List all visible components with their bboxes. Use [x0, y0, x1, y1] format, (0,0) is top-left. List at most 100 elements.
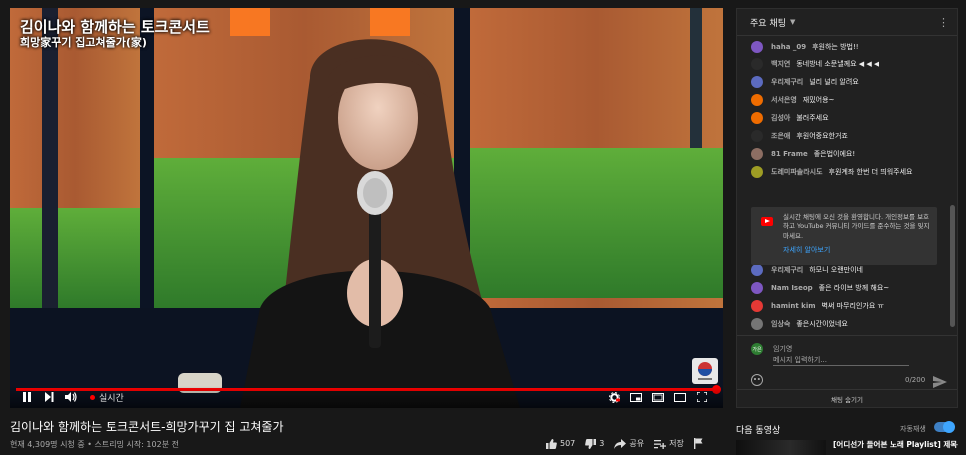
autoplay-label: 자동재생 [900, 425, 926, 433]
video-frame [10, 8, 723, 408]
save-button[interactable]: 저장 [654, 438, 684, 449]
notice-text: 실시간 채팅에 오신 것을 환영합니다. 개인정보를 보호하고 YouTube … [783, 213, 930, 240]
avatar[interactable] [751, 300, 763, 312]
avatar[interactable] [751, 41, 763, 53]
chat-message: Nam Iseop 좋은 라이브 방께 해요~ [751, 281, 943, 295]
avatar[interactable] [751, 166, 763, 178]
send-icon[interactable] [933, 373, 947, 388]
like-count: 507 [560, 439, 576, 448]
thumbs-down-icon [585, 438, 597, 449]
share-icon [614, 438, 627, 449]
message-author[interactable]: 81 Frame [771, 150, 808, 158]
next-video-thumbnail[interactable] [736, 440, 826, 455]
message-text: 후원어중요한거죠 [796, 132, 848, 140]
message-text: 불러주세요 [796, 114, 829, 122]
message-text: 후원하는 방법!! [812, 43, 859, 51]
message-author[interactable]: hamint kim [771, 302, 816, 310]
message-text: 좋은 라이브 방께 해요~ [818, 284, 890, 292]
message-author[interactable]: haha _09 [771, 43, 806, 51]
message-text: 후원계좌 한번 더 띄워주세요 [828, 168, 913, 176]
chat-message: 우리제구리 하모니 오랜만이네 [751, 263, 943, 277]
chat-message: 서서은영 재밌어용~ [751, 93, 943, 107]
chat-message: 백지연 동네방네 소문낼께요 ◀ ◀ ◀ [751, 57, 943, 71]
message-author[interactable]: 우리제구리 [771, 77, 803, 87]
chat-mode-dropdown[interactable]: 주요 채팅 [750, 16, 786, 29]
chat-message: 임상숙 좋은시간이었네요 [751, 317, 943, 331]
settings-icon[interactable] [605, 388, 623, 406]
message-author[interactable]: 서서은영 [771, 95, 797, 105]
more-options-icon[interactable]: ⋮ [938, 16, 949, 29]
theater-icon[interactable] [649, 388, 667, 406]
avatar[interactable] [751, 282, 763, 294]
next-icon[interactable] [40, 388, 58, 406]
message-text: 동네방네 소문낼께요 ◀ ◀ ◀ [796, 60, 880, 68]
chat-welcome-notice: 실시간 채팅에 오신 것을 환영합니다. 개인정보를 보호하고 YouTube … [751, 207, 937, 265]
chat-message: hamint kim 벽써 마무리인가요 ㅠ [751, 299, 943, 313]
next-video-title[interactable]: [어디선가 들어본 노래 Playlist] 제목은 모르더라도 한번 쯤 [833, 440, 958, 449]
share-button[interactable]: 공유 [614, 438, 644, 449]
avatar[interactable] [751, 76, 763, 88]
chat-message-input[interactable] [773, 354, 909, 366]
message-text: 좋은법이에요! [813, 150, 856, 158]
pause-icon[interactable] [18, 388, 36, 406]
emoji-icon[interactable] [751, 374, 763, 386]
message-text: 좋은시간이었네요 [796, 320, 848, 328]
report-button[interactable] [693, 438, 703, 449]
share-label: 공유 [629, 439, 645, 448]
learn-more-link[interactable]: 자세히 알아보기 [783, 245, 931, 255]
user-avatar: 가은 [751, 343, 763, 355]
avatar[interactable] [751, 318, 763, 330]
message-text: 널리 널리 알려요 [809, 78, 859, 86]
hide-chat-button[interactable]: 채팅 숨기기 [737, 389, 957, 407]
chat-messages: haha _09 후원하는 방법!! 백지연 동네방네 소문낼께요 ◀ ◀ ◀ 우리제구… [737, 37, 957, 337]
message-author[interactable]: 백지연 [771, 59, 790, 69]
message-author[interactable]: 우리제구리 [771, 265, 803, 275]
message-author[interactable]: 임상숙 [771, 319, 790, 329]
live-chat-panel: 주요 채팅 ▼ ⋮ haha _09 후원하는 방법!! 백지연 동네방네 소문낼께요… [736, 8, 958, 408]
video-title: 김이나와 함께하는 토크콘서트-희망가꾸기 집 고쳐줄가 [10, 420, 284, 434]
message-text: 벽써 마무리인가요 ㅠ [821, 302, 884, 310]
overlay-title-line1: 김이나와 함께하는 토크콘서트 [20, 18, 210, 36]
autoplay-toggle[interactable] [934, 421, 955, 433]
live-label: 실시간 [99, 393, 124, 404]
avatar[interactable] [751, 94, 763, 106]
chat-message: 81 Frame 좋은법이에요! [751, 147, 943, 161]
broadcaster-seal-logo [692, 358, 718, 384]
video-overlay-title: 김이나와 함께하는 토크콘서트 희망家꾸기 집고쳐줄가(家) [20, 18, 210, 49]
chat-composer: 가은 임기영 0/200 [737, 335, 957, 391]
miniplayer-icon[interactable] [627, 388, 645, 406]
chevron-down-icon[interactable]: ▼ [790, 18, 795, 26]
dislike-count: 3 [599, 439, 605, 448]
chat-message: 김성아 불러주세요 [751, 111, 943, 125]
message-author[interactable]: 조은애 [771, 131, 790, 141]
live-indicator-dot [90, 394, 95, 400]
save-label: 저장 [669, 439, 684, 448]
avatar[interactable] [751, 58, 763, 70]
avatar[interactable] [751, 112, 763, 124]
chat-message: 우리제구리 널리 널리 알려요 [751, 75, 943, 89]
chat-message: haha _09 후원하는 방법!! [751, 40, 943, 54]
chat-message: 도레미파솔라시도 후원계좌 한번 더 띄워주세요 [751, 165, 943, 179]
message-author[interactable]: Nam Iseop [771, 284, 813, 292]
dislike-button[interactable]: 3 [585, 438, 605, 449]
avatar[interactable] [751, 148, 763, 160]
chat-header: 주요 채팅 ▼ ⋮ [737, 9, 957, 36]
char-count: 0/200 [905, 376, 926, 384]
avatar[interactable] [751, 264, 763, 276]
up-next-label: 다음 동영상 [736, 426, 781, 436]
user-name: 임기영 [773, 345, 793, 353]
message-text: 하모니 오랜만이네 [809, 266, 863, 274]
fullscreen-icon[interactable] [693, 388, 711, 406]
video-actions: 507 3 공유 저장 [546, 438, 709, 449]
message-author[interactable]: 김성아 [771, 113, 790, 123]
message-author[interactable]: 도레미파솔라시도 [771, 167, 823, 177]
cast-icon[interactable] [671, 388, 689, 406]
thumbs-up-icon [546, 438, 557, 449]
chat-scrollbar[interactable] [950, 205, 955, 327]
volume-icon[interactable] [62, 388, 80, 406]
like-button[interactable]: 507 [546, 438, 576, 449]
message-text: 재밌어용~ [802, 96, 835, 104]
avatar[interactable] [751, 130, 763, 142]
video-player[interactable]: 김이나와 함께하는 토크콘서트 희망家꾸기 집고쳐줄가(家) 실시간 [10, 8, 723, 408]
chat-message: 조은애 후원어중요한거죠 [751, 129, 943, 143]
